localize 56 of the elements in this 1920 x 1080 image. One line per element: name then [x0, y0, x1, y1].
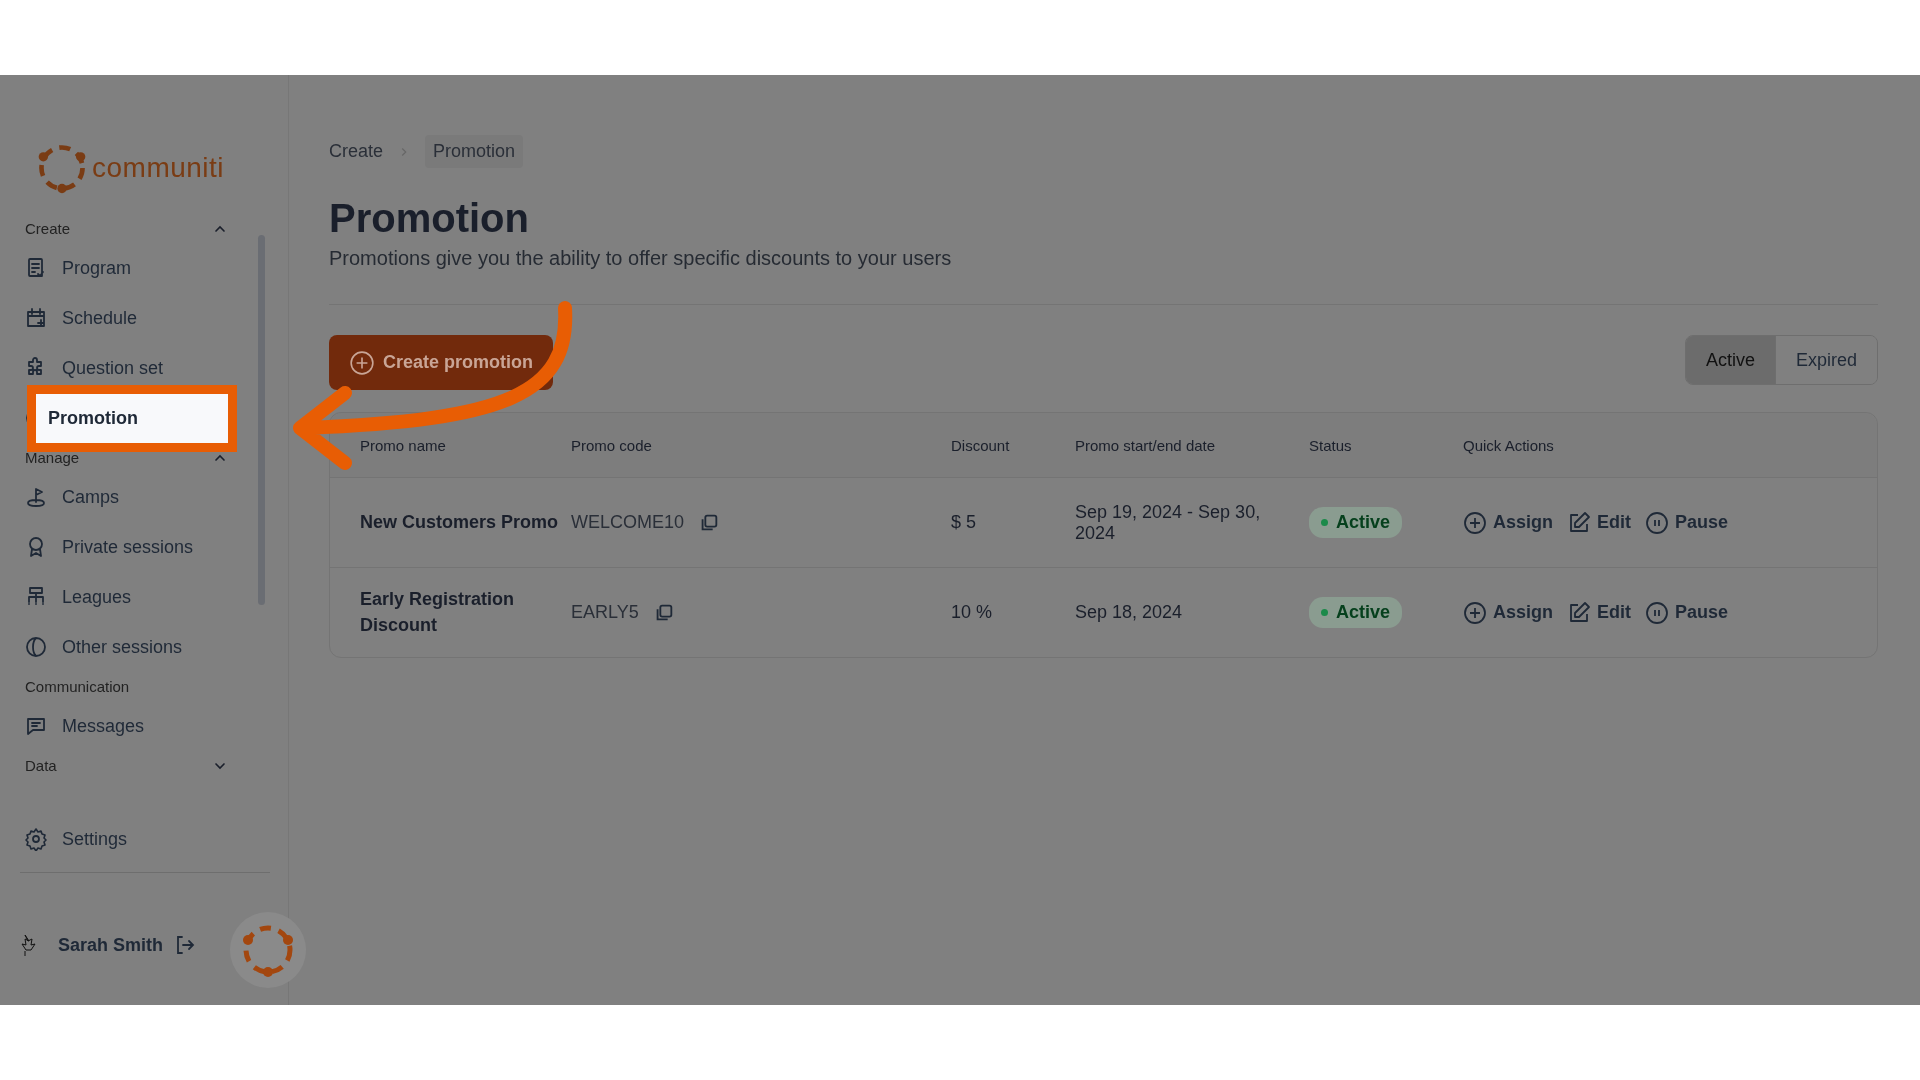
table-cell-text: New Customers Promo	[359, 510, 560, 534]
section-heading: Communication	[25, 678, 130, 695]
column-header: Quick Actions	[1463, 436, 1554, 454]
table-cell-text: Sep 18, 2024	[1075, 602, 1184, 623]
column-header: Promo name	[359, 436, 447, 454]
sidebar-item[interactable]: Private sessions	[62, 536, 194, 558]
sidebar-item[interactable]: Leagues	[62, 586, 132, 608]
create-promotion-button[interactable]: Create promotion	[329, 335, 553, 390]
table-cell: WELCOME10	[571, 512, 685, 533]
edit-button[interactable]: Edit	[1567, 510, 1631, 535]
page-title: Promotion	[329, 196, 530, 241]
column-header: Promo code	[571, 436, 653, 454]
edit-icon	[1567, 510, 1591, 535]
sidebar-item[interactable]: Messages	[62, 715, 145, 737]
section-heading: Manage	[25, 449, 80, 466]
edit-icon	[1567, 600, 1591, 625]
pause-button[interactable]: Pause	[1645, 600, 1729, 625]
column-header: Discount	[951, 436, 1011, 454]
sidebar-item[interactable]: Camps	[62, 486, 119, 508]
breadcrumb-link[interactable]: Promotion	[425, 135, 524, 168]
page-subtitle: Promotions give you the ability to offer specific discounts to your users	[329, 247, 953, 270]
sidebar-item[interactable]: Settings	[62, 828, 128, 850]
filter-tab[interactable]: Expired	[1774, 336, 1877, 384]
sidebar-item[interactable]: Question set	[62, 357, 164, 379]
plus-circle-icon	[1463, 510, 1487, 535]
logo-wordmark: communiti	[92, 152, 225, 184]
pause-icon	[1645, 510, 1669, 535]
settings-icon	[24, 827, 48, 851]
sidebar-item[interactable]: Schedule	[62, 307, 138, 329]
cursor-ring-icon	[228, 910, 308, 990]
table-cell-text: Sep 19, 2024 - Sep 30, 2024	[1075, 501, 1262, 544]
section-heading: Data	[25, 757, 57, 774]
table-cell-text: $ 5	[951, 512, 978, 533]
user-name: Sarah Smith	[58, 934, 164, 956]
column-header: Status	[1309, 436, 1353, 454]
table-cell: EARLY5	[571, 602, 639, 623]
table-cell-text: Early Registration Discount	[359, 588, 516, 637]
status-label: Active	[1336, 602, 1391, 623]
assign-button[interactable]: Assign	[1463, 510, 1553, 535]
assign-button[interactable]: Assign	[1463, 600, 1553, 625]
breadcrumb-link[interactable]: Create	[329, 141, 384, 162]
calendar-icon	[24, 306, 48, 330]
section-heading: Create	[25, 220, 71, 237]
sidebar-item[interactable]: Other sessions	[62, 636, 183, 658]
edit-button[interactable]: Edit	[1567, 600, 1631, 625]
flag-icon	[24, 485, 48, 509]
column-header: Promo start/end date	[1075, 436, 1217, 454]
pause-icon	[1645, 600, 1669, 625]
plus-circle-icon	[349, 349, 375, 376]
status-label: Active	[1336, 512, 1391, 533]
filter-tab[interactable]: Active	[1685, 336, 1775, 384]
maple-leaf-logo-icon	[20, 933, 36, 957]
table-cell-text: 10 %	[951, 602, 994, 623]
plus-circle-icon	[1463, 600, 1487, 625]
pause-button[interactable]: Pause	[1645, 510, 1729, 535]
sidebar-item[interactable]: Program	[62, 257, 132, 279]
